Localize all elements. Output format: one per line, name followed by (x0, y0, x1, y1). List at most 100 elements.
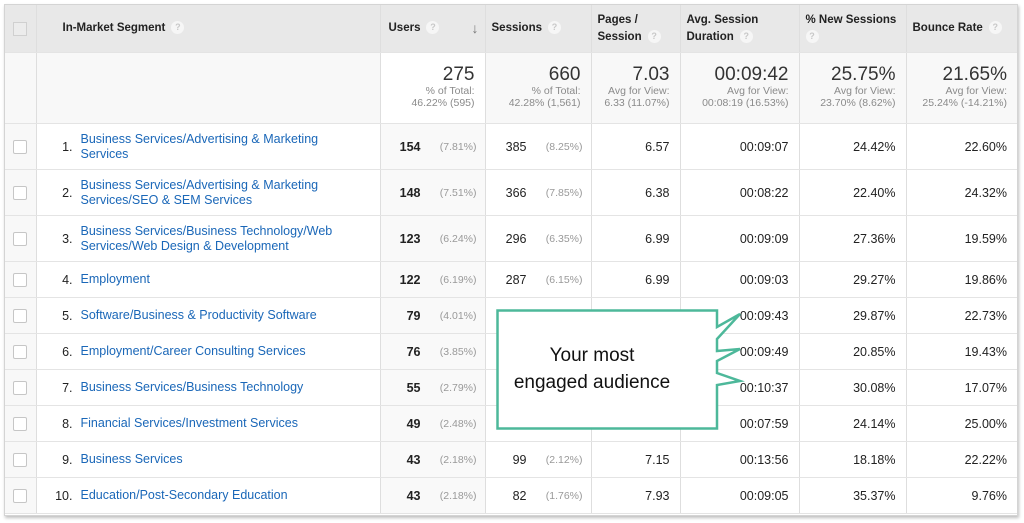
segment-link[interactable]: Employment/Career Consulting Services (81, 344, 326, 359)
callout-line1: Your most (549, 344, 635, 366)
col-header-sessions[interactable]: Sessions? (485, 5, 592, 53)
help-icon[interactable]: ? (805, 29, 819, 43)
pages-cell: 7.93 (591, 477, 681, 514)
col-label-duration-line1: Avg. Session (686, 13, 759, 26)
table-row: 1. Business Services/Advertising & Market… (5, 123, 1017, 170)
total-sessions-value: 660 (548, 64, 581, 85)
col-header-avg-session-duration[interactable]: Avg. Session Duration? (680, 5, 800, 53)
segment-link[interactable]: Business Services/Business Technology (81, 380, 324, 395)
bounce-cell: 19.43% (906, 333, 1017, 370)
help-icon[interactable]: ? (171, 21, 185, 35)
total-pages-label: Avg for View: (608, 85, 670, 97)
segment-link[interactable]: Software/Business & Productivity Softwar… (81, 308, 337, 323)
help-icon[interactable]: ? (739, 29, 753, 43)
row-checkbox[interactable] (13, 185, 28, 200)
new-sessions-cell: 24.42% (799, 123, 907, 170)
col-header-pages-per-session[interactable]: Pages / Session? (591, 5, 681, 53)
duration-cell: 00:09:05 (680, 477, 800, 514)
col-header-bounce-rate[interactable]: Bounce Rate? (906, 5, 1017, 53)
pages-cell: 6.99 (591, 261, 681, 298)
users-cell: 79 (4.01%) (380, 297, 486, 334)
sessions-cell: 99 (2.12%) (485, 441, 592, 478)
total-pages: 7.03 Avg for View: 6.33 (11.07%) (591, 52, 681, 124)
sessions-percent: (1.76%) (545, 489, 583, 502)
segment-link[interactable]: Employment (81, 272, 170, 287)
users-value: 79 (406, 308, 421, 323)
total-users-value: 275 (442, 64, 475, 85)
sessions-value: 296 (505, 231, 527, 246)
col-header-users[interactable]: Users? ↓ (380, 5, 486, 53)
users-percent: (6.24%) (439, 232, 477, 245)
bounce-cell: 9.76% (906, 477, 1017, 514)
header-row: In-Market Segment? Users? ↓ Sessions? Pag… (5, 5, 1017, 53)
segment-link[interactable]: Financial Services/Investment Services (81, 416, 318, 431)
row-checkbox[interactable] (13, 344, 28, 359)
row-checkbox[interactable] (13, 452, 28, 467)
col-label-pages-line2: Session (597, 30, 642, 43)
total-bounce-detail: 25.24% (-14.21%) (922, 97, 1007, 109)
users-cell: 122 (6.19%) (380, 261, 486, 298)
col-header-segment[interactable]: In-Market Segment? (36, 5, 381, 53)
users-value: 55 (406, 380, 421, 395)
users-percent: (3.85%) (439, 345, 477, 358)
sessions-cell: 385 (8.25%) (485, 123, 592, 170)
row-checkbox[interactable] (13, 139, 28, 154)
table-row: 9. Business Services 43 (2.18%) 99 (2.12%) 7.1… (5, 441, 1017, 478)
row-checkbox-cell (5, 215, 37, 262)
bounce-cell: 22.60% (906, 123, 1017, 170)
report-table-container: In-Market Segment? Users? ↓ Sessions? Pag… (4, 4, 1018, 516)
users-percent: (6.19%) (439, 273, 477, 286)
row-checkbox[interactable] (13, 308, 28, 323)
duration-cell: 00:09:09 (680, 215, 800, 262)
total-pages-detail: 6.33 (11.07%) (604, 97, 670, 109)
total-duration-value: 00:09:42 (714, 64, 789, 85)
sessions-value: 366 (505, 185, 527, 200)
segment-cell: 7. Business Services/Business Technology (36, 369, 381, 406)
row-index: 6. (62, 344, 73, 359)
segment-link[interactable]: Business Services/Advertising & Marketin… (81, 178, 380, 208)
users-value: 43 (406, 452, 421, 467)
col-label-segment: In-Market Segment (62, 22, 166, 34)
help-icon[interactable]: ? (647, 29, 661, 43)
segment-link[interactable]: Business Services/Business Technology/We… (81, 224, 380, 254)
segment-link[interactable]: Business Services/Advertising & Marketin… (81, 132, 380, 162)
col-label-sessions: Sessions (491, 22, 543, 34)
segment-link[interactable]: Business Services (81, 452, 203, 467)
new-sessions-cell: 29.27% (799, 261, 907, 298)
row-checkbox[interactable] (13, 272, 28, 287)
bounce-cell: 19.86% (906, 261, 1017, 298)
users-value: 123 (399, 231, 421, 246)
row-checkbox[interactable] (13, 380, 28, 395)
total-duration-label: Avg for View: (727, 85, 789, 97)
col-label-pages-line1: Pages / (597, 13, 638, 26)
row-checkbox[interactable] (13, 231, 28, 246)
duration-cell: 00:09:03 (680, 261, 800, 298)
row-checkbox-cell (5, 169, 37, 216)
row-checkbox[interactable] (13, 488, 28, 503)
segment-cell: 1. Business Services/Advertising & Market… (36, 123, 381, 170)
col-header-new-sessions[interactable]: % New Sessions? (799, 5, 907, 53)
total-bounce-label: Avg for View: (945, 85, 1007, 97)
help-icon[interactable]: ? (426, 21, 440, 35)
users-cell: 55 (2.79%) (380, 369, 486, 406)
sessions-value: 99 (512, 452, 527, 467)
users-percent: (2.18%) (439, 489, 477, 502)
row-checkbox[interactable] (13, 416, 28, 431)
sessions-percent: (7.85%) (545, 186, 583, 199)
sort-descending-icon[interactable]: ↓ (472, 20, 479, 37)
select-all-checkbox[interactable] (13, 21, 28, 36)
total-sessions-detail: 42.28% (1,561) (508, 97, 581, 109)
help-icon[interactable]: ? (548, 21, 561, 35)
new-sessions-cell: 24.14% (799, 405, 907, 442)
segment-cell: 10. Education/Post-Secondary Education (36, 477, 381, 514)
row-index: 1. (62, 139, 73, 154)
sessions-cell: 287 (6.15%) (485, 261, 592, 298)
users-percent: (7.81%) (439, 140, 477, 153)
new-sessions-cell: 20.85% (799, 333, 907, 370)
total-sessions: 660% of Total: 42.28% (1,561) (485, 52, 592, 124)
help-icon[interactable]: ? (988, 21, 1002, 35)
table-row: 10. Education/Post-Secondary Education 43 (… (5, 477, 1017, 514)
segment-link[interactable]: Education/Post-Secondary Education (81, 488, 308, 503)
total-new-sessions-value: 25.75% (831, 64, 896, 85)
users-cell: 43 (2.18%) (380, 441, 486, 478)
